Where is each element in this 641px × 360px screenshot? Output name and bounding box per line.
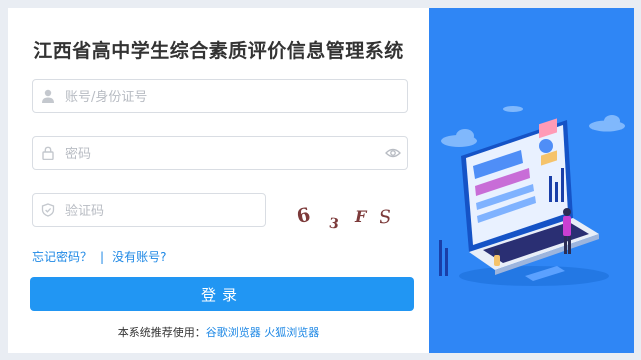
chrome-link[interactable]: 谷歌浏览器 (206, 326, 261, 339)
password-input[interactable] (63, 137, 367, 171)
person-figure (494, 249, 500, 266)
user-icon (42, 89, 54, 103)
register-link[interactable]: 没有账号? (112, 248, 166, 265)
captcha-input[interactable] (63, 194, 253, 228)
help-links: 忘记密码？ | 没有账号? (32, 248, 166, 265)
firefox-link[interactable]: 火狐浏览器 (264, 326, 319, 339)
captcha-field[interactable] (32, 193, 266, 228)
account-field[interactable] (32, 79, 408, 114)
account-input[interactable] (63, 80, 367, 114)
captcha-char: 6 (295, 204, 313, 228)
captcha-char: F (354, 207, 368, 226)
captcha-char: S (378, 206, 392, 228)
password-field[interactable] (32, 136, 408, 171)
recommend-prefix: 本系统推荐使用： (117, 326, 206, 339)
page-title: 江西省高中学生综合素质评价信息管理系统 (33, 40, 404, 62)
shield-icon (41, 203, 55, 217)
link-separator: | (100, 250, 105, 264)
eye-icon[interactable] (385, 146, 401, 160)
browser-recommendation: 本系统推荐使用：谷歌浏览器 火狐浏览器 (8, 324, 429, 340)
captcha-image[interactable]: 6 3 F S (293, 196, 411, 240)
laptop-illustration (439, 106, 625, 286)
lock-icon (42, 146, 54, 160)
login-button[interactable]: 登录 (30, 277, 414, 311)
captcha-char: 3 (328, 216, 340, 233)
illustration-panel (429, 8, 634, 353)
login-card: 江西省高中学生综合素质评价信息管理系统 6 3 F S (8, 8, 429, 353)
forgot-password-link[interactable]: 忘记密码？ (32, 248, 92, 265)
